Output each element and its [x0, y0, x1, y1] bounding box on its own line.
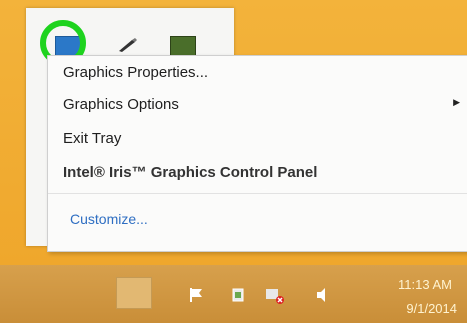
menu-separator [48, 193, 467, 194]
show-desktop-button[interactable] [116, 277, 152, 309]
menu-item-exit-tray[interactable]: Exit Tray [63, 130, 121, 147]
flag-icon[interactable] [188, 287, 204, 308]
menu-item-graphics-options[interactable]: Graphics Options [63, 96, 179, 113]
power-icon[interactable] [230, 287, 246, 308]
clock-time[interactable]: 11:13 AM [362, 277, 452, 292]
network-icon[interactable] [265, 287, 285, 310]
menu-item-control-panel[interactable]: Intel® Iris™ Graphics Control Panel [63, 164, 317, 181]
submenu-arrow-icon: ▶ [453, 97, 460, 107]
menu-item-graphics-properties[interactable]: Graphics Properties... [63, 64, 208, 81]
customize-link[interactable]: Customize... [70, 211, 148, 227]
clock-date[interactable]: 9/1/2014 [352, 301, 457, 316]
pen-tray-icon[interactable] [116, 36, 140, 54]
volume-icon[interactable] [316, 287, 330, 308]
gpu-tray-icon[interactable] [170, 36, 196, 56]
